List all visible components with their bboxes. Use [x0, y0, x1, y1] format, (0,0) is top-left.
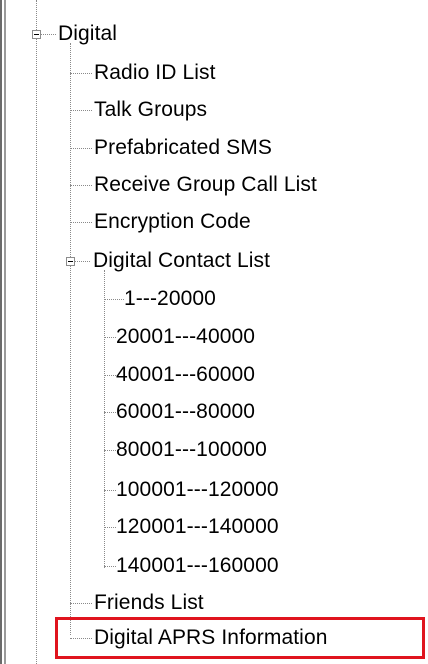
tree-item-digital-contact-list[interactable]: Digital Contact List [93, 247, 270, 275]
tree-line-h [70, 185, 92, 186]
tree-item-contact-range[interactable]: 1---20000 [124, 285, 216, 313]
tree-item-encryption-code[interactable]: Encryption Code [94, 208, 251, 236]
tree-item-contact-range[interactable]: 60001---80000 [116, 398, 255, 426]
tree-line-h [104, 375, 116, 376]
collapse-icon-digital[interactable] [32, 30, 41, 39]
tree-item-friends-list[interactable]: Friends List [94, 589, 204, 617]
tree-line-h [70, 73, 92, 74]
tree-item-radio-id-list[interactable]: Radio ID List [94, 59, 216, 87]
tree-line-h [104, 337, 116, 338]
tree-line-h [70, 603, 92, 604]
tree-line-h [70, 110, 92, 111]
clipped-previous-item: ˘ [330, 0, 337, 17]
tree-line-root-left [36, 0, 37, 664]
tree-line-h [104, 566, 116, 567]
highlight-box [55, 617, 425, 659]
tree-line-contact-children [104, 270, 105, 568]
tree-item-contact-range[interactable]: 20001---40000 [116, 323, 255, 351]
tree-line-h [70, 222, 92, 223]
tree-item-contact-range[interactable]: 80001---100000 [116, 436, 267, 464]
tree-item-contact-range[interactable]: 100001---120000 [116, 476, 279, 504]
tree-item-prefabricated-sms[interactable]: Prefabricated SMS [94, 134, 272, 162]
tree-line-h [104, 527, 116, 528]
collapse-icon-digital-contact-list[interactable] [66, 257, 75, 266]
tree-line-h [104, 299, 124, 300]
tree-item-contact-range[interactable]: 40001---60000 [116, 361, 255, 389]
tree-line-h [104, 490, 116, 491]
tree-line-digital-children [70, 43, 71, 635]
tree-line-h [70, 148, 92, 149]
tree-item-talk-groups[interactable]: Talk Groups [94, 96, 207, 124]
tree-item-contact-range[interactable]: 120001---140000 [116, 513, 279, 541]
pane-border [0, 0, 6, 664]
tree-item-contact-range[interactable]: 140001---160000 [116, 552, 279, 580]
tree-line-h [104, 412, 116, 413]
tree-item-receive-group-call-list[interactable]: Receive Group Call List [94, 171, 317, 199]
tree-item-digital[interactable]: Digital [58, 20, 117, 48]
tree-line-h [104, 450, 116, 451]
